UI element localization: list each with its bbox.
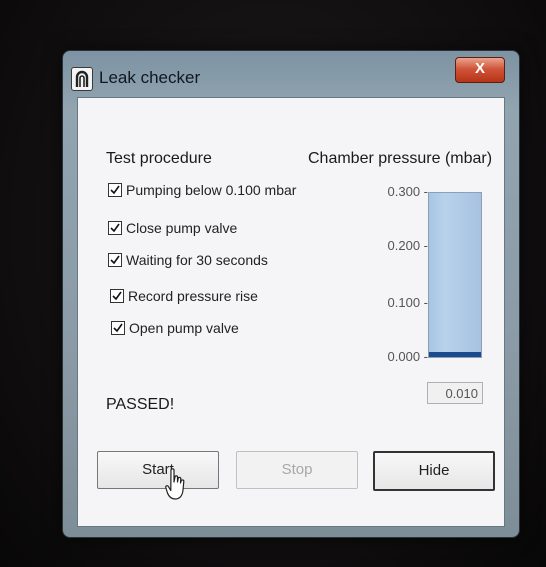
close-button[interactable]: X bbox=[455, 57, 505, 83]
step-label: Record pressure rise bbox=[128, 288, 258, 304]
step-checkbox[interactable] bbox=[108, 253, 122, 267]
step-checkbox[interactable] bbox=[108, 183, 122, 197]
tick-label: 0.100 - bbox=[387, 295, 428, 310]
hide-button[interactable]: Hide bbox=[373, 451, 495, 491]
step-label: Open pump valve bbox=[129, 320, 239, 336]
hand-cursor-icon bbox=[165, 468, 185, 500]
test-result: PASSED! bbox=[106, 396, 175, 413]
title-bar[interactable]: Leak checker X bbox=[63, 51, 519, 99]
step-label: Pumping below 0.100 mbar bbox=[126, 182, 297, 198]
pressure-readout: 0.010 bbox=[427, 382, 483, 404]
test-procedure-heading: Test procedure bbox=[106, 150, 212, 167]
step-checkbox[interactable] bbox=[111, 321, 125, 335]
pressure-bar-fill bbox=[429, 352, 481, 357]
start-button[interactable]: Start bbox=[97, 451, 219, 489]
step-label: Waiting for 30 seconds bbox=[126, 252, 268, 268]
pressure-gauge bbox=[378, 190, 482, 360]
pressure-bar-track bbox=[428, 192, 482, 358]
chamber-pressure-heading: Chamber pressure (mbar) bbox=[308, 150, 493, 167]
stop-button[interactable]: Stop bbox=[236, 451, 358, 489]
tick-label: 0.200 - bbox=[387, 238, 428, 253]
step-checkbox[interactable] bbox=[108, 221, 122, 235]
step-checkbox[interactable] bbox=[110, 289, 124, 303]
vacuum-logo-icon bbox=[71, 67, 93, 91]
step-label: Close pump valve bbox=[126, 220, 238, 236]
window-title: Leak checker bbox=[99, 68, 201, 87]
tick-label: 0.300 - bbox=[387, 184, 428, 199]
tick-label: 0.000 - bbox=[387, 349, 428, 364]
